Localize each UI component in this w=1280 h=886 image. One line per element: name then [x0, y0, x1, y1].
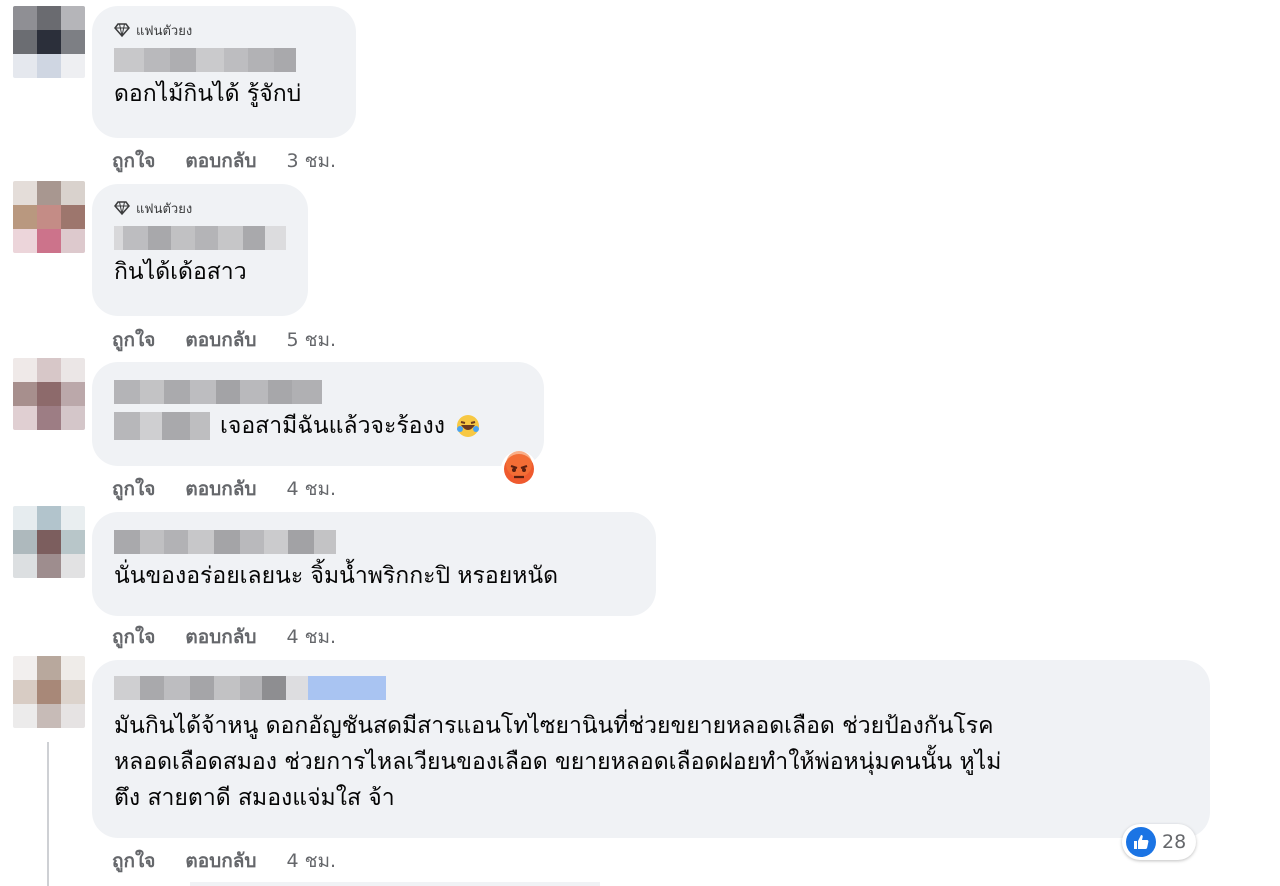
next-comment-edge	[190, 882, 600, 886]
comment-actions: ถูกใจ ตอบกลับ 3 ชม.	[112, 146, 336, 176]
blurred-author-name[interactable]	[114, 48, 334, 72]
reply-button[interactable]: ตอบกลับ	[185, 846, 256, 876]
badge-label: แฟนตัวยง	[136, 201, 193, 217]
reply-button[interactable]: ตอบกลับ	[185, 146, 256, 176]
like-button[interactable]: ถูกใจ	[112, 846, 155, 876]
timestamp[interactable]: 4 ชม.	[286, 622, 336, 652]
comment-text: กินได้เด้อสาว	[114, 259, 247, 285]
comment-text: เจอสามีฉันแล้วจะร้องง	[220, 413, 445, 439]
comment-actions: ถูกใจ ตอบกลับ 4 ชม.	[112, 846, 336, 876]
comment-actions: ถูกใจ ตอบกลับ 4 ชม.	[112, 474, 336, 504]
avatar[interactable]	[13, 6, 85, 78]
angry-face-emoji-icon[interactable]	[500, 450, 538, 488]
like-button[interactable]: ถูกใจ	[112, 146, 155, 176]
timestamp[interactable]: 3 ชม.	[286, 146, 336, 176]
comment-bubble: แฟนตัวยง ดอกไม้กินได้ รู้จักบ่	[92, 6, 356, 138]
comment-text: ดอกไม้กินได้ รู้จักบ่	[114, 81, 302, 107]
comment-text-line-1: มันกินได้จ้าหนู ดอกอัญชันสดมีสารแอนโทไซย…	[114, 713, 994, 739]
comment-bubble: นั่นของอร่อยเลยนะ จิ้มน้ำพริกกะปิ หรอยหน…	[92, 512, 656, 616]
top-fan-badge: แฟนตัวยง	[114, 196, 286, 220]
like-button[interactable]: ถูกใจ	[112, 622, 155, 652]
like-button[interactable]: ถูกใจ	[112, 325, 155, 355]
blurred-mention[interactable]	[114, 412, 210, 440]
diamond-icon	[114, 23, 130, 38]
reply-button[interactable]: ตอบกลับ	[185, 474, 256, 504]
timestamp[interactable]: 4 ชม.	[286, 474, 336, 504]
comment-actions: ถูกใจ ตอบกลับ 4 ชม.	[112, 622, 336, 652]
reply-button[interactable]: ตอบกลับ	[185, 622, 256, 652]
rolling-laugh-emoji-icon	[456, 415, 479, 437]
comment-bubble: แฟนตัวยง กินได้เด้อสาว	[92, 184, 308, 316]
comment-text-line-3: ตึง สายตาดี สมองแจ่มใส จ้า	[114, 785, 395, 811]
comment-bubble: เจอสามีฉันแล้วจะร้องง	[92, 362, 544, 466]
like-button[interactable]: ถูกใจ	[112, 474, 155, 504]
blurred-author-name[interactable]	[114, 530, 634, 554]
timestamp[interactable]: 5 ชม.	[286, 325, 336, 355]
thread-line	[47, 742, 49, 886]
comment-bubble: มันกินได้จ้าหนู ดอกอัญชันสดมีสารแอนโทไซย…	[92, 660, 1210, 838]
comment-text-line-2: หลอดเลือดสมอง ช่วยการไหลเวียนของเลือด ขย…	[114, 749, 1002, 775]
top-fan-badge: แฟนตัวยง	[114, 18, 334, 42]
comment-text: นั่นของอร่อยเลยนะ จิ้มน้ำพริกกะปิ หรอยหน…	[114, 563, 559, 589]
comment-line: เจอสามีฉันแล้วจะร้องง	[114, 408, 522, 444]
reply-button[interactable]: ตอบกลับ	[185, 325, 256, 355]
avatar[interactable]	[13, 656, 85, 728]
avatar[interactable]	[13, 358, 85, 430]
blurred-author-name[interactable]	[114, 226, 287, 250]
blurred-author-name[interactable]	[114, 676, 1188, 700]
timestamp[interactable]: 4 ชม.	[286, 846, 336, 876]
reaction-summary[interactable]: 28	[1122, 824, 1197, 860]
avatar[interactable]	[13, 181, 85, 253]
thumbs-up-icon	[1126, 827, 1156, 857]
diamond-icon	[114, 201, 130, 216]
reaction-count: 28	[1162, 831, 1187, 853]
blurred-author-name[interactable]	[114, 380, 522, 404]
comment-actions: ถูกใจ ตอบกลับ 5 ชม.	[112, 325, 336, 355]
avatar[interactable]	[13, 506, 85, 578]
badge-label: แฟนตัวยง	[136, 23, 193, 39]
